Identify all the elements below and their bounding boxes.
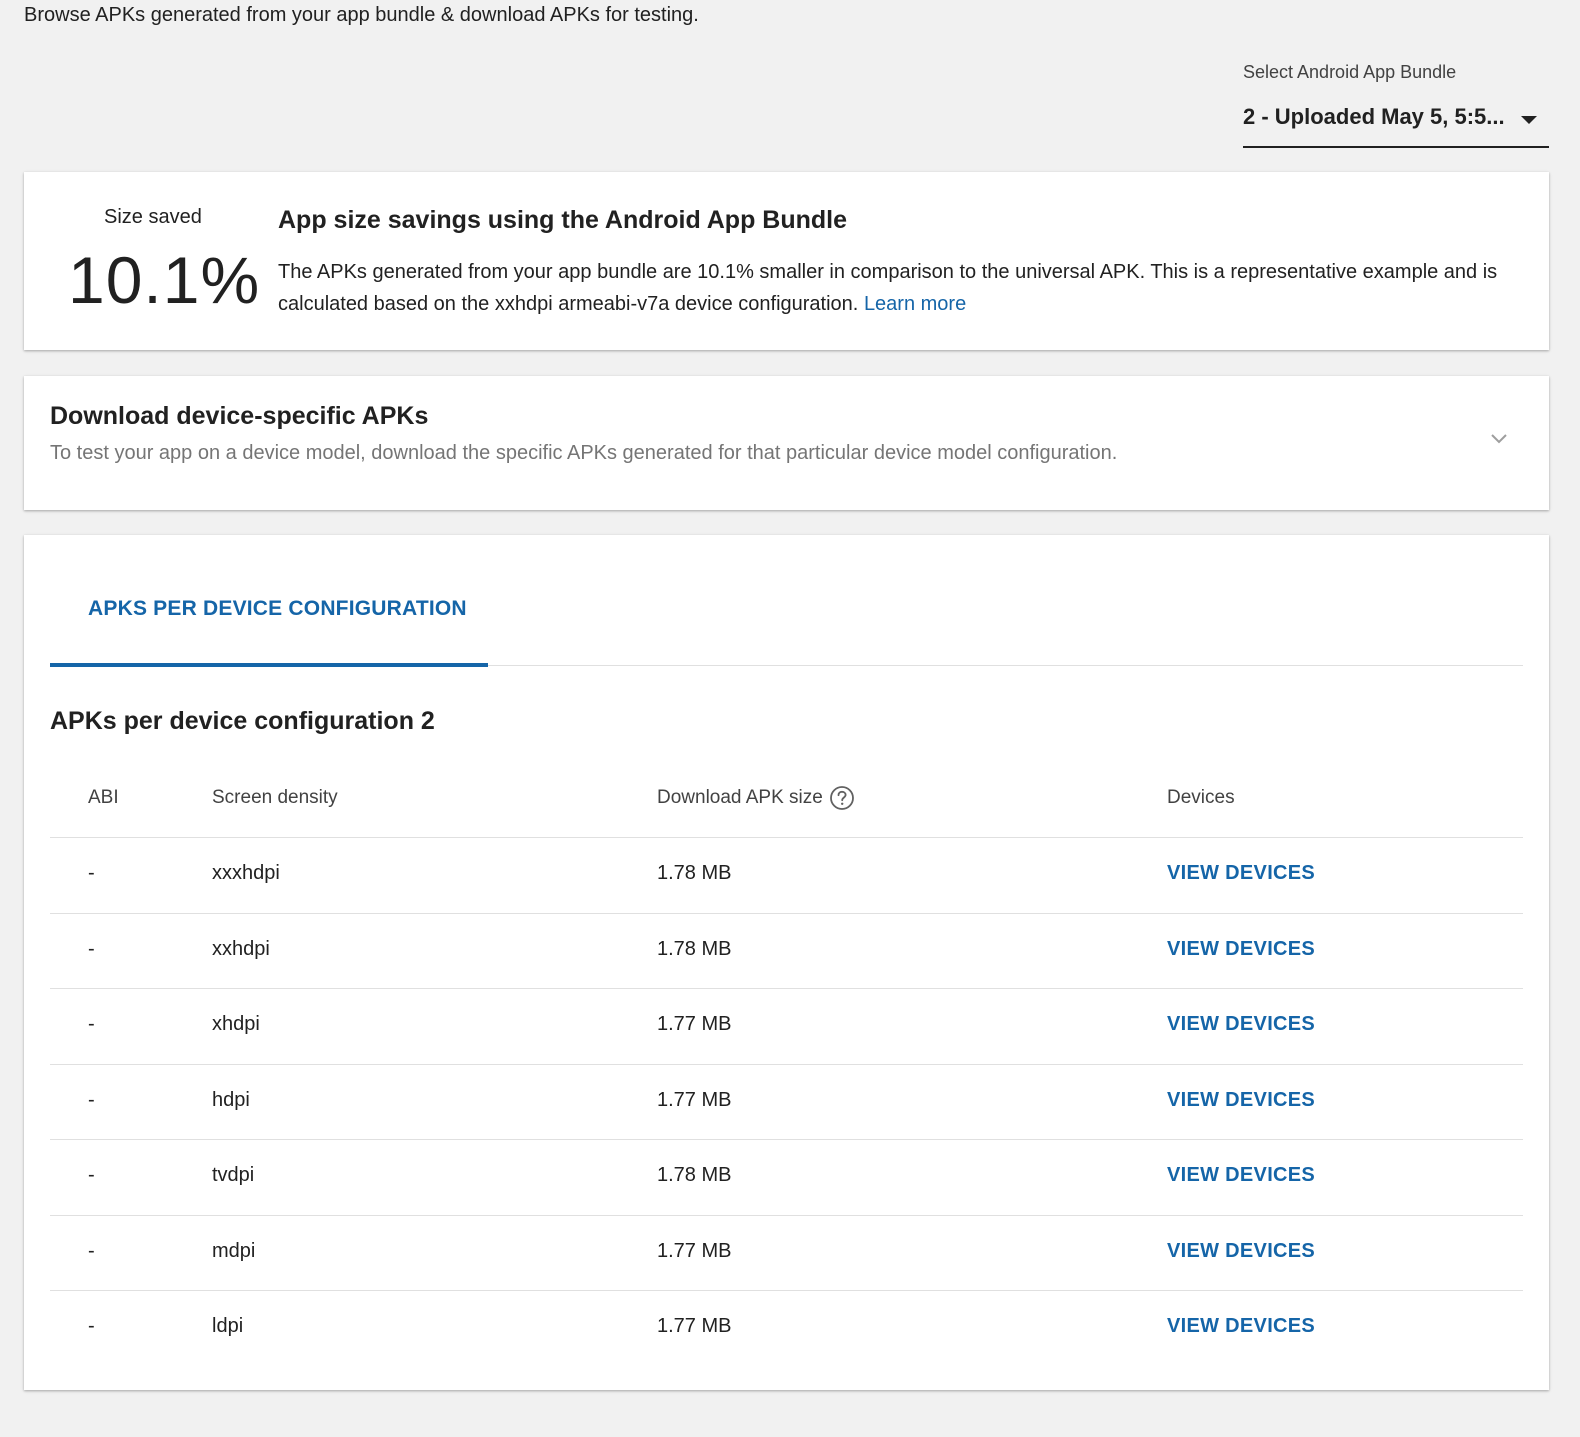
cell-screen-density: ldpi: [212, 1315, 244, 1337]
savings-title: App size savings using the Android App B…: [278, 206, 848, 234]
view-devices-button[interactable]: VIEW DEVICES: [1167, 862, 1315, 885]
cell-download-size: 1.77 MB: [657, 1013, 732, 1035]
cell-abi: -: [88, 1164, 95, 1186]
chevron-down-icon[interactable]: [1489, 428, 1509, 448]
apks-card: APKS PER DEVICE CONFIGURATION APKs per d…: [24, 535, 1549, 1390]
bundle-select-value: 2 - Uploaded May 5, 5:5...: [1243, 104, 1505, 129]
table-row: - ldpi 1.77 MB VIEW DEVICES: [50, 1291, 1523, 1367]
savings-description: The APKs generated from your app bundle …: [278, 256, 1528, 320]
table-row: - xhdpi 1.77 MB VIEW DEVICES: [50, 989, 1523, 1065]
view-devices-button[interactable]: VIEW DEVICES: [1167, 938, 1315, 961]
view-devices-button[interactable]: VIEW DEVICES: [1167, 1013, 1315, 1036]
cell-abi: -: [88, 1239, 95, 1262]
table-row: - tvdpi 1.78 MB VIEW DEVICES: [50, 1140, 1523, 1216]
table-header: ABI Screen density Download APK size Dev…: [50, 761, 1523, 838]
cell-screen-density: xxxhdpi: [212, 862, 280, 884]
column-header-abi: ABI: [88, 787, 119, 808]
cell-download-size: 1.78 MB: [657, 862, 732, 884]
page: Browse APKs generated from your app bund…: [0, 0, 1580, 1437]
size-savings-card: Size saved 10.1% App size savings using …: [24, 172, 1549, 350]
view-devices-button[interactable]: VIEW DEVICES: [1167, 1164, 1315, 1187]
bundle-select-label: Select Android App Bundle: [1243, 62, 1457, 82]
cell-screen-density: xxhdpi: [212, 937, 270, 960]
cell-screen-density: mdpi: [212, 1239, 256, 1262]
page-intro: Browse APKs generated from your app bund…: [24, 4, 699, 26]
cell-abi: -: [88, 1315, 95, 1337]
cell-download-size: 1.78 MB: [657, 937, 732, 960]
cell-screen-density: xhdpi: [212, 1013, 260, 1035]
column-header-devices: Devices: [1167, 787, 1235, 808]
table-row: - xxxhdpi 1.78 MB VIEW DEVICES: [50, 838, 1523, 914]
cell-download-size: 1.77 MB: [657, 1088, 732, 1111]
tab-active-indicator: [50, 663, 488, 667]
table-row: - xxhdpi 1.78 MB VIEW DEVICES: [50, 914, 1523, 989]
cell-download-size: 1.78 MB: [657, 1164, 732, 1186]
tab-bar: APKS PER DEVICE CONFIGURATION: [50, 535, 1523, 667]
section-title: APKs per device configuration 2: [50, 707, 435, 735]
question-circle-icon[interactable]: [829, 785, 855, 811]
apk-table: ABI Screen density Download APK size Dev…: [50, 761, 1523, 1367]
table-row: - hdpi 1.77 MB VIEW DEVICES: [50, 1065, 1523, 1140]
column-header-download-size-label: Download APK size: [657, 787, 823, 808]
column-header-download-size: Download APK size: [657, 785, 855, 811]
cell-download-size: 1.77 MB: [657, 1315, 732, 1337]
cell-abi: -: [88, 862, 95, 884]
download-description: To test your app on a device model, down…: [50, 442, 1118, 464]
cell-abi: -: [88, 937, 95, 960]
caret-down-icon: [1521, 116, 1537, 124]
view-devices-button[interactable]: VIEW DEVICES: [1167, 1240, 1315, 1263]
cell-abi: -: [88, 1013, 95, 1035]
size-saved-label: Size saved: [104, 206, 202, 228]
table-row: - mdpi 1.77 MB VIEW DEVICES: [50, 1216, 1523, 1291]
bundle-select: Select Android App Bundle 2 - Uploaded M…: [1243, 60, 1549, 148]
view-devices-button[interactable]: VIEW DEVICES: [1167, 1089, 1315, 1112]
cell-abi: -: [88, 1088, 95, 1111]
download-title: Download device-specific APKs: [50, 402, 429, 430]
bundle-select-dropdown[interactable]: 2 - Uploaded May 5, 5:5...: [1243, 100, 1549, 148]
cell-download-size: 1.77 MB: [657, 1239, 732, 1262]
size-saved-value: 10.1%: [68, 243, 261, 317]
cell-screen-density: tvdpi: [212, 1164, 255, 1186]
learn-more-link[interactable]: Learn more: [864, 293, 966, 315]
download-apks-card[interactable]: Download device-specific APKs To test yo…: [24, 376, 1549, 510]
view-devices-button[interactable]: VIEW DEVICES: [1167, 1315, 1315, 1338]
tab-label: APKS PER DEVICE CONFIGURATION: [88, 597, 467, 620]
column-header-screen-density: Screen density: [212, 787, 338, 808]
cell-screen-density: hdpi: [212, 1088, 250, 1111]
tab-apks-per-device-configuration[interactable]: APKS PER DEVICE CONFIGURATION: [50, 535, 488, 667]
